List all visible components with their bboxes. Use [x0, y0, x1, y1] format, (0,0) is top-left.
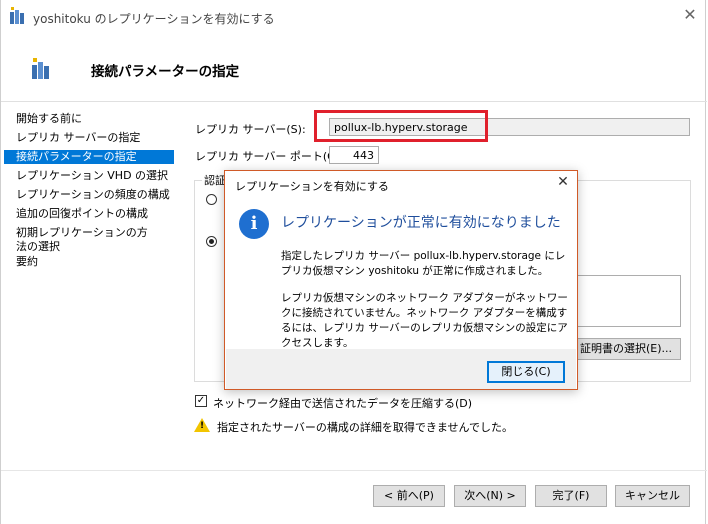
dialog-title: レプリケーションを有効にする	[235, 180, 389, 193]
replica-server-label: レプリカ サーバー(S):	[195, 123, 306, 136]
replica-server-icon	[9, 7, 25, 25]
compress-checkbox[interactable]: ✓	[195, 395, 207, 407]
warning-icon-mark: !	[200, 421, 205, 431]
auth-certificate-radio[interactable]	[206, 236, 217, 247]
dialog-message-1: 指定したレプリカ サーバー pollux-lb.hyperv.storage に…	[281, 250, 566, 277]
replica-port-label: レプリカ サーバー ポート(O):	[195, 150, 344, 163]
close-icon[interactable]: ✕	[681, 6, 699, 24]
dialog-heading: レプリケーションが正常に有効になりました	[281, 215, 561, 231]
nav-item-connection-parameters[interactable]: 接続パラメーターの指定	[4, 150, 174, 164]
nav-item-recovery-points[interactable]: 追加の回復ポイントの構成	[4, 207, 174, 221]
nav-item-summary[interactable]: 要約	[4, 255, 174, 269]
nav-item-before-you-begin[interactable]: 開始する前に	[4, 112, 174, 126]
certificate-details-box	[576, 275, 681, 327]
dialog-close-button[interactable]: 閉じる(C)	[487, 361, 565, 383]
next-button[interactable]: 次へ(N) >	[454, 485, 526, 507]
close-icon[interactable]: ✕	[555, 174, 571, 190]
title-bar: yoshitoku のレプリケーションを有効にする ✕	[1, 0, 707, 34]
success-dialog: レプリケーションを有効にする ✕ i レプリケーションが正常に有効になりました …	[224, 170, 578, 390]
page-title: 接続パラメーターの指定	[91, 64, 240, 80]
cancel-button[interactable]: キャンセル	[615, 485, 690, 507]
nav-item-specify-replica-server[interactable]: レプリカ サーバーの指定	[4, 131, 174, 145]
replica-server-icon	[31, 58, 51, 80]
warning-text: 指定されたサーバーの構成の詳細を取得できませんでした。	[217, 421, 514, 434]
auth-kerberos-radio[interactable]	[206, 194, 217, 205]
finish-button[interactable]: 完了(F)	[535, 485, 607, 507]
nav-item-frequency[interactable]: レプリケーションの頻度の構成	[4, 188, 174, 202]
header-divider	[1, 101, 707, 102]
nav-item-choose-vhd[interactable]: レプリケーション VHD の選択	[4, 169, 174, 183]
window-title: yoshitoku のレプリケーションを有効にする	[33, 12, 275, 26]
highlight-box	[314, 110, 488, 142]
footer-divider	[1, 470, 707, 471]
dialog-message-2: レプリカ仮想マシンのネットワーク アダプターがネットワークに接続されていません。…	[281, 292, 568, 349]
back-button[interactable]: < 前へ(P)	[373, 485, 445, 507]
nav-item-initial-replication[interactable]: 初期レプリケーションの方法の選択	[4, 226, 154, 254]
select-certificate-button[interactable]: 証明書の選択(E)...	[571, 338, 681, 360]
info-icon: i	[239, 209, 269, 239]
replica-port-field[interactable]: 443	[329, 146, 379, 164]
compress-label: ネットワーク経由で送信されたデータを圧縮する(D)	[213, 397, 473, 410]
